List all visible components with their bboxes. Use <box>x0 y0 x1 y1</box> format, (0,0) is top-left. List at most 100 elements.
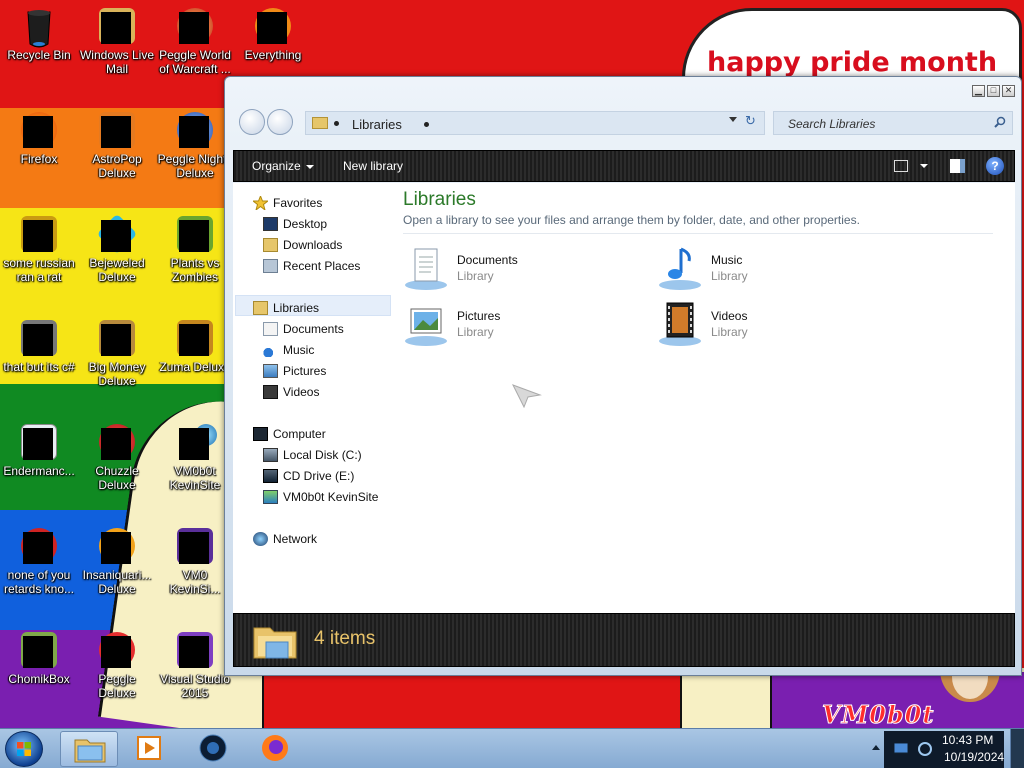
desktop-icon-bejeweled[interactable]: Bejeweled Deluxe <box>78 213 156 284</box>
library-documents[interactable]: Documents Library <box>403 245 643 295</box>
desktop-icon-chuzzle[interactable]: Chuzzle Deluxe <box>78 424 156 492</box>
nav-label: Local Disk (C:) <box>283 448 362 462</box>
library-name: Videos <box>711 309 748 323</box>
desktop-icon-russian-rat[interactable]: some russian ran a rat <box>0 216 78 284</box>
desktop-icon-label: AstroPop Deluxe <box>92 152 142 180</box>
music-icon <box>263 343 278 357</box>
taskbar-explorer-button[interactable] <box>60 731 118 767</box>
close-button[interactable]: ✕ <box>1002 85 1015 97</box>
bejeweled-icon <box>96 213 138 255</box>
back-button[interactable] <box>239 109 265 135</box>
desktop-icon-visual-studio[interactable]: Visual Studio 2015 <box>156 632 234 700</box>
search-box[interactable]: Search Libraries <box>773 111 1013 135</box>
zuma-icon <box>177 320 213 356</box>
videos-library-icon <box>659 302 701 346</box>
desktop-icon-windows-live-mail[interactable]: Windows Live Mail <box>78 8 156 76</box>
recent-places-icon <box>263 259 278 273</box>
nav-label: CD Drive (E:) <box>283 469 355 483</box>
library-music[interactable]: Music Library <box>657 245 897 295</box>
start-button[interactable] <box>5 731 43 767</box>
library-type: Library <box>457 325 494 339</box>
forward-button[interactable] <box>267 109 293 135</box>
chuzzle-icon <box>99 424 135 460</box>
desktop-icon-peggle-nights[interactable]: Peggle Nights Deluxe <box>156 112 234 180</box>
refresh-icon[interactable]: ↻ <box>745 113 756 129</box>
desktop-icon-plants-vs-zombies[interactable]: Plants vs Zombies <box>156 216 234 284</box>
taskbar-media-center-button[interactable] <box>184 731 242 767</box>
network-status-icon[interactable] <box>894 743 908 755</box>
search-icon[interactable] <box>994 116 1006 128</box>
cd-drive-icon <box>263 469 278 483</box>
maximize-button[interactable]: □ <box>987 85 1000 97</box>
breadcrumb-libraries[interactable]: Libraries <box>352 117 402 132</box>
desktop-icon-label: Visual Studio 2015 <box>160 672 230 700</box>
desktop-icon-peggle-deluxe[interactable]: Peggle Deluxe <box>78 632 156 700</box>
desktop-icon-big-money[interactable]: Big Money Deluxe <box>78 320 156 388</box>
library-name: Documents <box>457 253 518 267</box>
minimize-button[interactable]: ▁ <box>972 85 985 97</box>
insaniquarium-icon <box>99 528 135 564</box>
library-videos[interactable]: Videos Library <box>657 301 897 351</box>
explorer-icon <box>74 739 106 763</box>
desktop-icon-astropop[interactable]: AstroPop Deluxe <box>78 112 156 180</box>
desktop-icon-recycle-bin[interactable]: Recycle Bin <box>0 8 78 62</box>
desktop-icon-vm0b0t-kevinsite[interactable]: VM0b0t KevinSite <box>156 424 234 492</box>
help-icon[interactable]: ? <box>986 157 1004 175</box>
folder-icon <box>312 117 328 129</box>
library-type: Library <box>711 269 748 283</box>
mail-icon <box>99 8 135 44</box>
clock-time[interactable]: 10:43 PM <box>942 733 993 747</box>
preview-pane-icon[interactable] <box>950 159 965 173</box>
pride-banner-text: happy pride month <box>707 47 998 78</box>
explorer-window[interactable]: ▁ □ ✕ Libraries ↻ Search Libraries Organ… <box>224 76 1022 676</box>
desktop-icon <box>263 217 278 231</box>
nav-label: Computer <box>273 427 326 441</box>
view-dropdown-icon[interactable] <box>920 164 928 168</box>
downloads-folder-icon <box>263 238 278 252</box>
taskbar-firefox-button[interactable] <box>246 731 304 767</box>
item-count: 4 items <box>314 628 376 649</box>
breadcrumb-arrow-icon[interactable] <box>424 122 429 127</box>
windows-logo-icon <box>17 742 31 756</box>
organize-button[interactable]: Organize <box>252 159 314 173</box>
documents-icon <box>263 322 278 336</box>
system-tray: 10:43 PM 10/19/2024 <box>864 729 1024 768</box>
desktop-icon-peggle-wow[interactable]: Peggle World of Warcraft ... <box>156 8 234 76</box>
wallpaper-signature: VM0b0t <box>821 700 935 729</box>
taskbar: 10:43 PM 10/19/2024 <box>0 728 1024 768</box>
libraries-folder-icon <box>253 627 297 659</box>
desktop-icon-endermanc[interactable]: Endermanc... <box>0 424 78 478</box>
desktop-icon-everything[interactable]: Everything <box>234 8 312 62</box>
peggle-nights-icon <box>177 112 213 148</box>
desktop-icon-none-of-you[interactable]: none of you retards kno... <box>0 528 78 596</box>
application-icon <box>21 424 57 460</box>
star-icon <box>253 196 268 210</box>
library-type: Library <box>457 269 494 283</box>
desktop-icon-firefox[interactable]: Firefox <box>0 112 78 166</box>
address-bar[interactable]: Libraries <box>305 111 765 135</box>
change-view-icon[interactable] <box>894 160 908 172</box>
desktop-icon-label: Windows Live Mail <box>79 48 155 76</box>
desktop-icon-vm0-kevinsite[interactable]: VM0 KevinSi... <box>156 528 234 596</box>
clock-date[interactable]: 10/19/2024 <box>944 750 1004 764</box>
library-name: Pictures <box>457 309 501 323</box>
desktop-icon-label: VM0 KevinSi... <box>169 568 221 596</box>
game-icon <box>21 528 57 564</box>
volume-icon[interactable] <box>918 741 932 757</box>
breadcrumb-arrow-icon[interactable] <box>334 121 339 126</box>
show-desktop-button[interactable] <box>1010 729 1024 768</box>
new-library-button[interactable]: New library <box>343 159 403 173</box>
desktop-icon-label: Endermanc... <box>3 464 75 478</box>
library-pictures[interactable]: Pictures Library <box>403 301 643 351</box>
taskbar-media-player-button[interactable] <box>122 731 180 767</box>
desktop-icon-insaniquarium[interactable]: Insaniquari... Deluxe <box>78 528 156 596</box>
search-input[interactable]: Search Libraries <box>788 117 875 131</box>
documents-library-icon <box>405 248 447 290</box>
desktop-icon-zuma[interactable]: Zuma Deluxe <box>156 320 234 374</box>
desktop-icon-chomikbox[interactable]: ChomikBox <box>0 632 78 686</box>
desktop-icon-that-but-csharp[interactable]: that but its c# <box>0 320 78 374</box>
show-hidden-icons-icon[interactable] <box>872 745 880 750</box>
computer-icon <box>253 427 268 441</box>
peggle-icon <box>177 8 213 44</box>
address-dropdown-icon[interactable] <box>729 117 737 122</box>
